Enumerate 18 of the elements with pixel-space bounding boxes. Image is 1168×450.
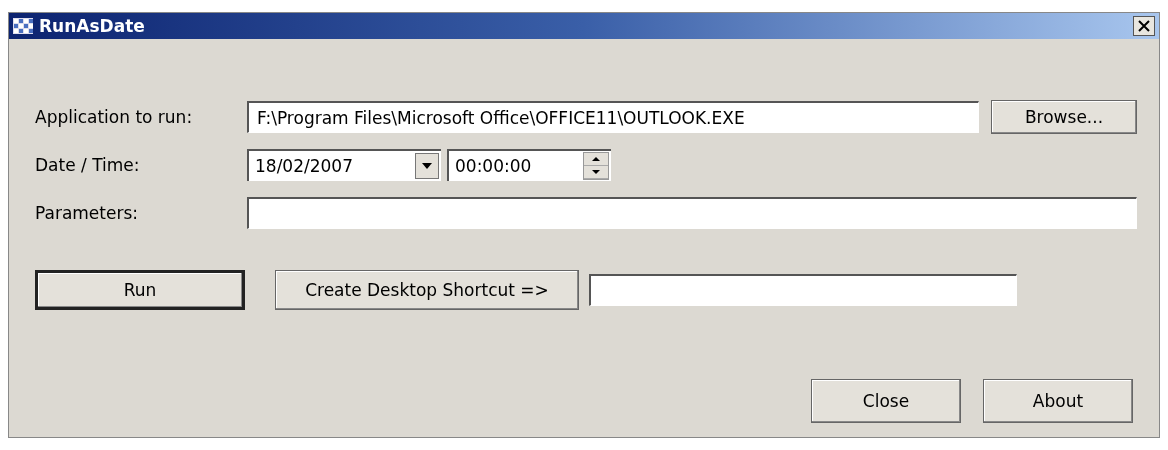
close-button[interactable]: Close — [811, 379, 961, 423]
app-icon — [13, 18, 33, 34]
application-field[interactable]: F:\Program Files\Microsoft Office\OFFICE11\OUTLOOK.EXE — [247, 101, 979, 133]
browse-button[interactable]: Browse... — [991, 100, 1137, 134]
parameters-field[interactable] — [247, 197, 1137, 229]
time-field[interactable]: 00:00:00 — [447, 149, 611, 181]
shortcut-button[interactable]: Create Desktop Shortcut => — [275, 270, 579, 310]
window-title: RunAsDate — [39, 16, 146, 36]
dropdown-icon[interactable] — [415, 153, 439, 179]
date-picker[interactable]: 18/02/2007 — [247, 149, 441, 181]
run-button[interactable]: Run — [35, 270, 245, 310]
shortcut-field[interactable] — [589, 274, 1017, 306]
field-label: Date / Time: — [35, 155, 141, 175]
about-button[interactable]: About — [983, 379, 1133, 423]
close-icon[interactable] — [1133, 16, 1155, 36]
field-label: Parameters: — [35, 203, 140, 223]
spinner-icon[interactable] — [583, 152, 609, 180]
field-label: Application to run: — [35, 107, 194, 127]
